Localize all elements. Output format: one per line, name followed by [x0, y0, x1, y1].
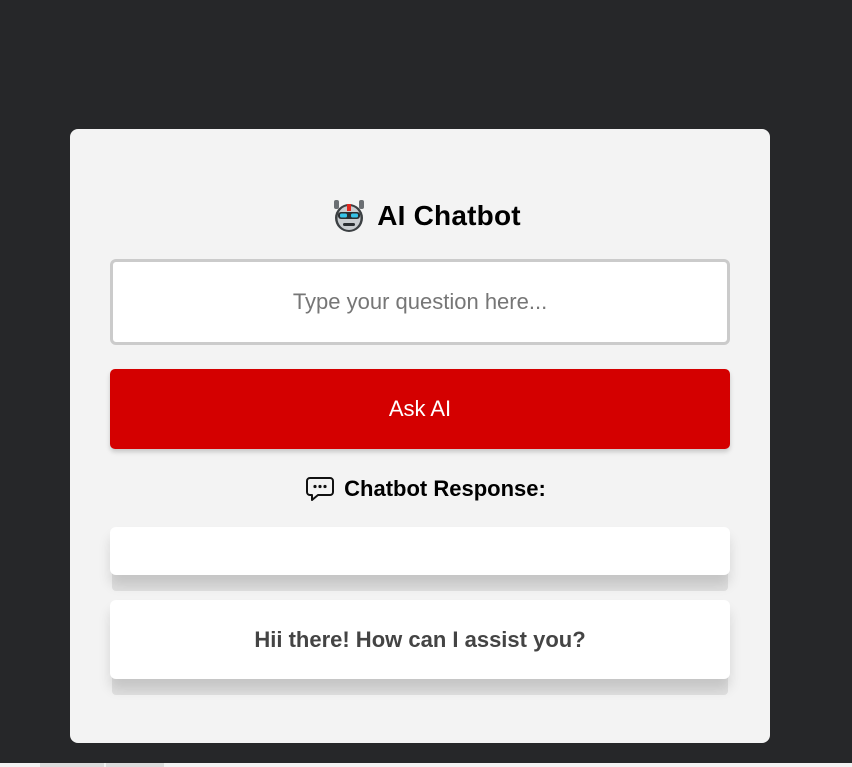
bottom-strip — [0, 763, 852, 767]
response-heading: Chatbot Response: — [0, 474, 852, 504]
response-message: Hii there! How can I assist you? — [110, 600, 730, 679]
speech-bubble-icon — [306, 476, 335, 502]
response-heading-label: Chatbot Response: — [344, 476, 546, 501]
question-input[interactable] — [110, 259, 730, 345]
bottom-strip-segment — [106, 763, 164, 767]
page: AI Chatbot Ask AI Chatbot Response: Hii … — [0, 0, 852, 767]
response-box-empty — [110, 527, 730, 575]
robot-face-icon — [331, 198, 367, 234]
ask-ai-button[interactable]: Ask AI — [110, 369, 730, 449]
page-title: AI Chatbot — [0, 196, 852, 236]
bottom-strip-segment — [40, 763, 104, 767]
app-title: AI Chatbot — [377, 200, 521, 231]
